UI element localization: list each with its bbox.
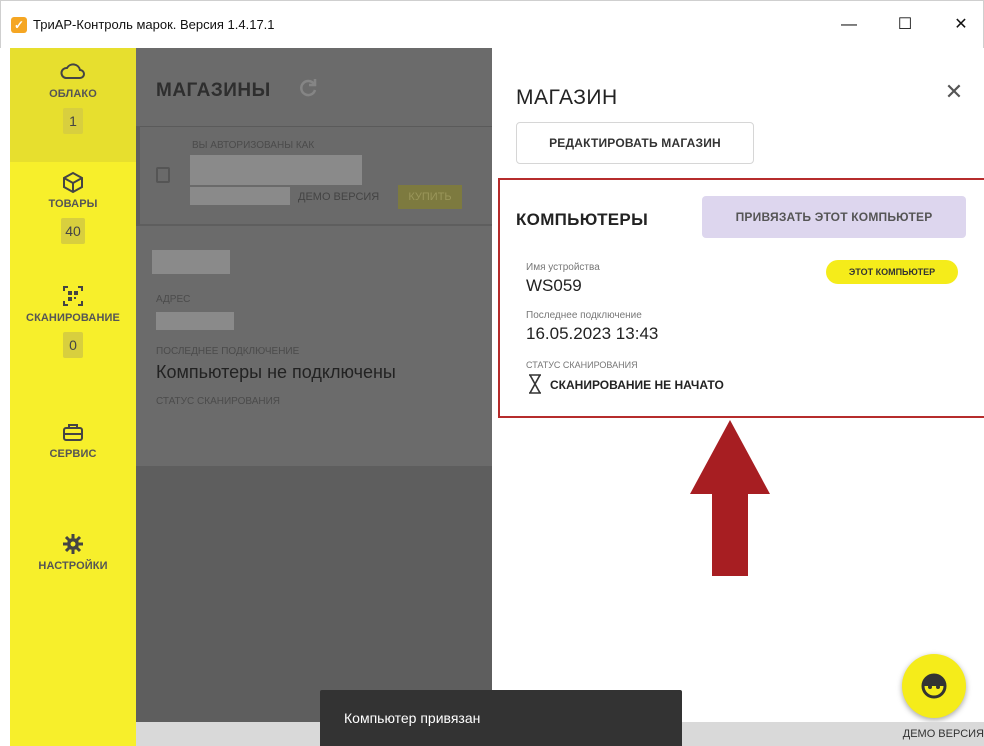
sidebar-item-label: СЕРВИС [49,448,97,460]
toast-notification: Компьютер привязан [320,690,682,746]
support-agent-icon [921,673,947,699]
bind-computer-button[interactable]: ПРИВЯЗАТЬ ЭТОТ КОМПЬЮТЕР [702,196,966,238]
cloud-icon [60,63,85,79]
address-label: АДРЕС [156,294,191,305]
scanning-badge: 0 [63,332,83,358]
sidebar-item-cloud[interactable]: ОБЛАКО 1 [10,48,136,162]
computers-section: КОМПЬЮТЕРЫ ПРИВЯЗАТЬ ЭТОТ КОМПЬЮТЕР Имя … [498,178,984,418]
scan-status-value: СКАНИРОВАНИЕ НЕ НАЧАТО [550,378,724,392]
toolbox-icon [63,424,83,441]
redacted-address [156,312,234,330]
products-badge: 40 [61,218,85,244]
close-icon[interactable]: ✕ [942,80,966,104]
sidebar-item-settings[interactable]: НАСТРОЙКИ [10,532,136,572]
minimize-button[interactable]: — [827,9,871,41]
close-window-button[interactable]: ✕ [939,9,983,41]
refresh-icon[interactable] [296,76,320,100]
demo-label: ДЕМО ВЕРСИЯ [298,191,380,203]
scan-status-label: СТАТУС СКАНИРОВАНИЯ [156,396,281,407]
checkmark-icon: ✓ [11,17,27,33]
redacted-store-name [152,250,230,274]
maximize-button[interactable]: ☐ [883,9,927,41]
last-connection-label: Последнее подключение [526,310,642,321]
store-panel: МАГАЗИН ✕ РЕДАКТИРОВАТЬ МАГАЗИН КОМПЬЮТЕ… [492,48,984,746]
edit-store-button[interactable]: РЕДАКТИРОВАТЬ МАГАЗИН [516,122,754,164]
scan-status-label: СТАТУС СКАНИРОВАНИЯ [526,360,638,370]
sidebar-item-label: ТОВАРЫ [48,198,98,210]
demo-footer: ДЕМО ВЕРСИЯ [902,728,984,740]
stores-page: МАГАЗИНЫ ВЫ АВТОРИЗОВАНЫ КАК ДЕМО ВЕРСИЯ… [136,48,492,746]
arrow-up-icon [690,420,770,576]
sidebar-item-products[interactable]: ТОВАРЫ 40 [10,164,136,244]
sidebar-item-label: СКАНИРОВАНИЕ [26,312,120,324]
last-connection-value: Компьютеры не подключены [156,362,396,382]
qr-scan-icon [63,286,83,306]
hourglass-icon [529,374,541,394]
gear-icon [63,534,83,554]
this-computer-badge: ЭТОТ КОМПЬЮТЕР [826,260,958,284]
panel-title: МАГАЗИН [516,86,618,109]
window-title: ТриАР-Контроль марок. Версия 1.4.17.1 [33,17,275,32]
store-card[interactable]: АДРЕС ПОСЛЕДНЕЕ ПОДКЛЮЧЕНИЕ Компьютеры н… [136,226,492,466]
sidebar-item-scanning[interactable]: СКАНИРОВАНИЕ 0 [10,280,136,358]
device-name-label: Имя устройства [526,262,600,273]
redacted-field [190,187,290,205]
sidebar: ОБЛАКО 1 ТОВАРЫ 40 СКАНИРОВАНИЕ 0 СЕРВИС… [10,48,136,746]
auth-label: ВЫ АВТОРИЗОВАНЫ КАК [192,140,315,151]
copy-icon[interactable] [156,167,170,183]
device-name-value: WS059 [526,276,582,295]
auth-card: ВЫ АВТОРИЗОВАНЫ КАК ДЕМО ВЕРСИЯ КУПИТЬ [140,126,492,224]
buy-button[interactable]: КУПИТЬ [398,185,462,209]
sidebar-item-label: НАСТРОЙКИ [38,560,108,572]
redacted-user [190,155,362,185]
sidebar-item-service[interactable]: СЕРВИС [10,420,136,460]
window-titlebar: ✓ ТриАР-Контроль марок. Версия 1.4.17.1 … [0,0,984,48]
page-title: МАГАЗИНЫ [156,80,271,101]
support-button[interactable] [902,654,966,718]
last-connection-label: ПОСЛЕДНЕЕ ПОДКЛЮЧЕНИЕ [156,346,300,357]
stores-header: МАГАЗИНЫ [136,48,492,126]
sidebar-item-label: ОБЛАКО [49,88,97,100]
last-connection-value: 16.05.2023 13:43 [526,324,659,343]
computers-title: КОМПЬЮТЕРЫ [516,210,649,229]
box-icon [63,171,83,194]
cloud-badge: 1 [63,108,83,134]
